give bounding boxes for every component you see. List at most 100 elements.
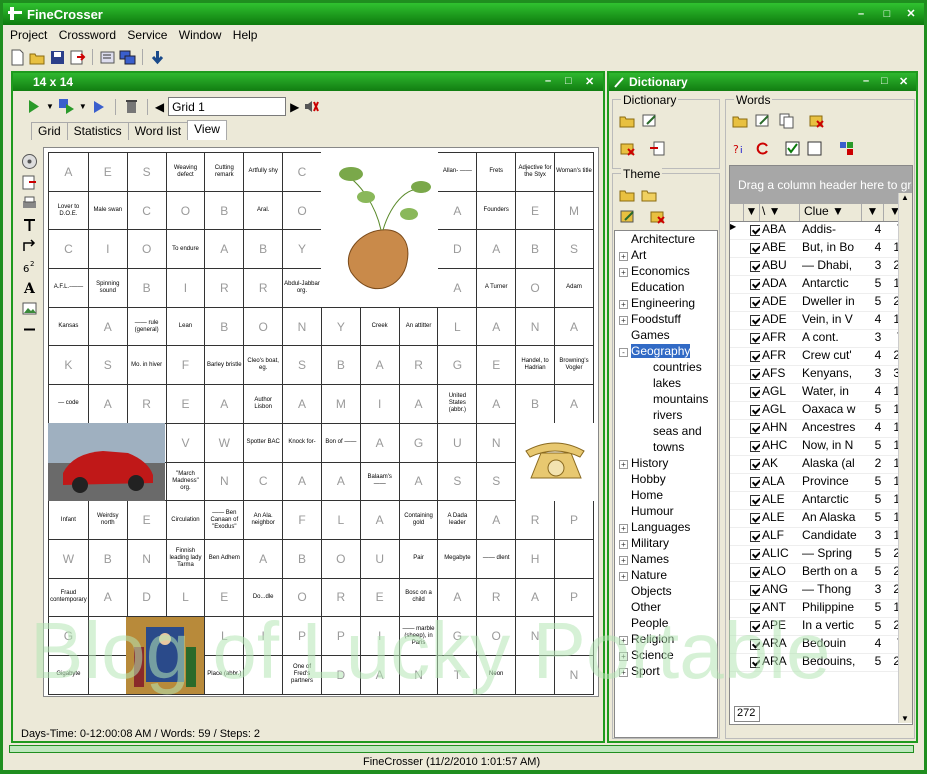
- download-icon[interactable]: [149, 49, 166, 66]
- print-icon[interactable]: [21, 195, 38, 212]
- properties-icon[interactable]: [99, 49, 116, 66]
- grid-cell[interactable]: G: [437, 345, 478, 386]
- theme-node[interactable]: + Engineering: [615, 295, 717, 311]
- grid-cell[interactable]: Author Lisbon: [243, 384, 284, 424]
- grid-cell[interactable]: Do...dle: [243, 577, 284, 618]
- theme-node[interactable]: lakes: [615, 375, 717, 391]
- word-row[interactable]: ALEAn Alaska510: [730, 510, 912, 528]
- grid-maximize-button[interactable]: □: [565, 75, 572, 87]
- grid-cell[interactable]: —— rule (general): [126, 306, 167, 347]
- word-checkbox[interactable]: [744, 240, 760, 257]
- theme-node[interactable]: + Foodstuff: [615, 311, 717, 327]
- dict-maximize-button[interactable]: □: [881, 75, 888, 87]
- grid-cell[interactable]: To endure: [165, 229, 206, 270]
- grid-cell[interactable]: O: [282, 190, 322, 231]
- text-tool-icon[interactable]: A: [21, 279, 38, 296]
- grid-cell[interactable]: I: [87, 229, 128, 270]
- close-button[interactable]: ✕: [903, 8, 919, 21]
- grid-cell[interactable]: Infant: [48, 500, 89, 540]
- menu-service[interactable]: Service: [127, 28, 167, 42]
- grid-cell[interactable]: L: [165, 577, 206, 618]
- word-row[interactable]: ADEDweller in524: [730, 294, 912, 312]
- grid-cell[interactable]: E: [476, 345, 517, 386]
- grid-minimize-button[interactable]: –: [545, 75, 551, 87]
- word-checkbox[interactable]: [744, 420, 760, 437]
- word-row[interactable]: ARABedouin47: [730, 636, 912, 654]
- tab-view[interactable]: View: [187, 120, 227, 140]
- grid-cell[interactable]: Male swan: [87, 190, 128, 231]
- grid-cell[interactable]: A: [476, 306, 517, 347]
- play-icon[interactable]: [25, 98, 42, 115]
- word-column-header[interactable]: \ ▼: [760, 204, 800, 221]
- grid-cell[interactable]: Fraud contemporary: [48, 577, 89, 618]
- grid-cell[interactable]: A: [398, 461, 439, 502]
- word-row[interactable]: AKAlaska (al214: [730, 456, 912, 474]
- word-row[interactable]: ALFCandidate316: [730, 528, 912, 546]
- grid-cell[interactable]: I: [359, 616, 400, 656]
- grid-cell[interactable]: [243, 654, 284, 695]
- word-checkbox[interactable]: [744, 564, 760, 581]
- grid-cell[interactable]: G: [398, 422, 439, 463]
- grid-cell[interactable]: S: [553, 229, 595, 270]
- grid-cell[interactable]: B: [243, 229, 284, 270]
- grid-cell[interactable]: Founders: [476, 190, 517, 231]
- grid-close-button[interactable]: ✕: [585, 75, 594, 88]
- grid-cell[interactable]: [87, 654, 128, 695]
- grid-cell[interactable]: P: [553, 577, 595, 618]
- grid-cell[interactable]: S: [476, 461, 517, 502]
- grid-cell[interactable]: P: [282, 616, 322, 656]
- grid-cell[interactable]: Adjective for the Styx: [515, 152, 555, 192]
- grid-cell[interactable]: A Turner: [476, 268, 517, 308]
- check-all-icon[interactable]: [784, 140, 801, 157]
- expand-icon[interactable]: +: [619, 572, 628, 581]
- grid-cell[interactable]: L: [320, 500, 361, 540]
- grid-cell[interactable]: [553, 616, 595, 656]
- grid-cell[interactable]: Gigabyte: [48, 654, 89, 695]
- grid-cell[interactable]: A: [87, 306, 128, 347]
- grid-cell[interactable]: Lean: [165, 306, 206, 347]
- grid-cell[interactable]: V: [165, 422, 206, 463]
- edit-words-icon[interactable]: [754, 112, 771, 129]
- grid-cell[interactable]: E: [204, 577, 245, 618]
- grid-cell[interactable]: — code: [48, 384, 89, 424]
- grid-cell[interactable]: Frets: [476, 152, 517, 192]
- grid-cell[interactable]: W: [48, 538, 89, 579]
- length-column-header[interactable]: ▼: [862, 204, 884, 221]
- grid-cell[interactable]: P: [553, 500, 595, 540]
- word-checkbox[interactable]: [744, 384, 760, 401]
- word-row[interactable]: AFSKenyans,332: [730, 366, 912, 384]
- grid-cell[interactable]: A: [437, 577, 478, 618]
- grid-cell[interactable]: Abdul-Jabbar org.: [282, 268, 322, 308]
- tab-word-list[interactable]: Word list: [127, 122, 189, 140]
- grid-cell[interactable]: A: [204, 229, 245, 270]
- grid-cell[interactable]: A: [282, 461, 322, 502]
- word-checkbox[interactable]: [744, 456, 760, 473]
- word-checkbox[interactable]: [744, 312, 760, 329]
- theme-node[interactable]: + Sport: [615, 663, 717, 679]
- grid-cell[interactable]: B: [87, 538, 128, 579]
- expand-icon[interactable]: +: [619, 460, 628, 469]
- copy-words-icon[interactable]: [778, 112, 795, 129]
- word-checkbox[interactable]: [744, 222, 760, 239]
- grid-cell[interactable]: An Ala. neighbor: [243, 500, 284, 540]
- grid-cell[interactable]: G: [48, 616, 89, 656]
- grid-cell[interactable]: A: [243, 538, 284, 579]
- grid-cell[interactable]: N: [282, 306, 322, 347]
- grid-cell[interactable]: R: [204, 268, 245, 308]
- expand-icon[interactable]: +: [619, 652, 628, 661]
- grid-cell[interactable]: B: [126, 268, 167, 308]
- theme-node[interactable]: + Religion: [615, 631, 717, 647]
- grid-cell[interactable]: Lover to D.O.E.: [48, 190, 89, 231]
- word-checkbox[interactable]: [744, 492, 760, 509]
- grid-cell[interactable]: N: [515, 616, 555, 656]
- sound-icon[interactable]: [303, 98, 320, 115]
- word-checkbox[interactable]: [744, 402, 760, 419]
- grid-cell[interactable]: C: [48, 229, 89, 270]
- grid-cell[interactable]: A: [320, 461, 361, 502]
- grid-cell[interactable]: Adam: [553, 268, 595, 308]
- grid-cell[interactable]: One of Fred's partners: [282, 654, 322, 695]
- grid-cell[interactable]: Balaam's ——: [359, 461, 400, 502]
- grid-cell[interactable]: R: [126, 384, 167, 424]
- theme-node[interactable]: + Nature: [615, 567, 717, 583]
- grid-cell[interactable]: —— Ben Canaan of "Exodus": [204, 500, 245, 540]
